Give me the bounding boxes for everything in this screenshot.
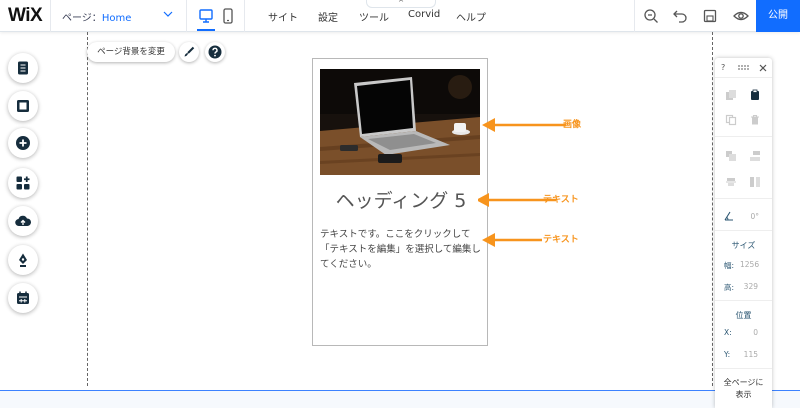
brush-icon xyxy=(184,46,195,57)
pen-nib-icon xyxy=(19,253,27,267)
design-button[interactable] xyxy=(179,42,199,62)
media-upload-button[interactable] xyxy=(8,206,38,236)
width-value[interactable]: 1256 xyxy=(740,260,759,269)
show-on-all-pages-line2[interactable]: 表示 xyxy=(715,389,772,400)
desktop-icon[interactable] xyxy=(198,7,214,25)
heading-text[interactable]: ヘッディング 5 xyxy=(313,186,489,213)
background-square-icon xyxy=(17,100,29,112)
pages-menu-button[interactable] xyxy=(8,53,38,83)
show-on-all-pages-line1[interactable]: 全ページに xyxy=(715,377,772,388)
menu-help[interactable]: ヘルプ xyxy=(456,9,486,24)
y-value[interactable]: 115 xyxy=(740,350,758,359)
page-selector-value: Home xyxy=(101,13,132,24)
chevron-down-icon[interactable] xyxy=(163,9,173,19)
top-bar: WiX ページ：Home サイト 設定 ツール Corvid ヘルプ ^ 公開 xyxy=(0,0,800,32)
mobile-icon[interactable] xyxy=(220,7,236,25)
page-selector-label: ページ： xyxy=(62,13,102,24)
cloud-upload-icon xyxy=(15,215,31,227)
add-apps-button[interactable] xyxy=(8,168,38,198)
divider xyxy=(50,0,51,32)
change-page-background-button[interactable]: ページ背景を変更 xyxy=(87,42,175,62)
divider xyxy=(186,0,187,32)
bookings-button[interactable] xyxy=(8,283,38,313)
laptop-image xyxy=(320,69,480,175)
menu-corvid[interactable]: Corvid xyxy=(408,9,440,20)
menu-settings[interactable]: 設定 xyxy=(318,9,338,24)
width-label: 幅: xyxy=(724,261,735,270)
distribute-icon[interactable] xyxy=(725,176,737,188)
collapse-toolbar-tab[interactable]: ^ xyxy=(366,0,436,8)
background-button[interactable] xyxy=(8,91,38,121)
trash-icon[interactable] xyxy=(749,114,761,126)
blog-button[interactable] xyxy=(8,245,38,275)
arrow-icon xyxy=(482,118,566,132)
divider xyxy=(634,0,635,32)
save-icon[interactable] xyxy=(702,8,718,24)
separator xyxy=(715,136,772,137)
right-guide-line xyxy=(712,32,713,386)
content-card[interactable]: ヘッディング 5 テキストです。ここをクリックして「テキストを編集」を選択して編… xyxy=(312,58,488,346)
inspector-help[interactable]: ? xyxy=(721,63,725,72)
angle-value[interactable]: 0° xyxy=(741,212,759,221)
duplicate-icon[interactable] xyxy=(725,114,737,126)
arrow-icon xyxy=(482,233,542,247)
wix-logo: WiX xyxy=(8,5,43,26)
separator xyxy=(715,198,772,199)
close-icon[interactable] xyxy=(759,64,767,72)
paragraph-text[interactable]: テキストです。ここをクリックして「テキストを編集」を選択して編集してください。 xyxy=(320,227,484,272)
preview-eye-icon[interactable] xyxy=(733,8,749,24)
y-label: Y: xyxy=(724,350,731,359)
size-section-title: サイズ xyxy=(731,241,756,250)
calendar-icon xyxy=(17,291,29,304)
match-size-icon[interactable] xyxy=(749,176,761,188)
inspector-panel: ? 0° サイズ 幅: 1256 高: 329 位置 X: 0 Y: 115 全… xyxy=(715,58,772,408)
annotation-text-label: テキスト xyxy=(543,235,579,245)
annotation-image-label: 画像 xyxy=(563,120,582,130)
x-label: X: xyxy=(724,328,732,337)
plus-icon xyxy=(16,136,30,150)
desktop-active-indicator xyxy=(197,29,215,31)
separator xyxy=(715,300,772,301)
apps-icon xyxy=(16,176,30,190)
annotation-text-label: テキスト xyxy=(543,195,579,205)
footer-area xyxy=(0,391,800,408)
laptop-photo[interactable] xyxy=(320,69,480,175)
pages-icon xyxy=(18,61,28,75)
arrange-icon[interactable] xyxy=(725,150,737,162)
position-section-title: 位置 xyxy=(735,311,752,320)
question-circle-icon xyxy=(208,45,222,59)
page-selector[interactable]: ページ：Home xyxy=(62,9,131,24)
separator xyxy=(715,368,772,369)
add-element-button[interactable] xyxy=(8,128,38,158)
paste-icon[interactable] xyxy=(749,89,761,101)
copy-icon[interactable] xyxy=(725,89,737,101)
height-value[interactable]: 329 xyxy=(740,282,758,291)
menu-tools[interactable]: ツール xyxy=(359,9,389,24)
drag-handle-icon[interactable] xyxy=(737,64,749,72)
zoom-icon[interactable] xyxy=(643,8,659,24)
left-guide-line xyxy=(87,32,88,386)
height-label: 高: xyxy=(724,283,735,292)
undo-icon[interactable] xyxy=(672,8,688,24)
inspector-header: ? xyxy=(715,58,772,78)
divider xyxy=(244,0,245,32)
menu-site[interactable]: サイト xyxy=(268,9,298,24)
align-icon[interactable] xyxy=(749,150,761,162)
x-value[interactable]: 0 xyxy=(740,328,758,337)
rotate-angle-icon[interactable] xyxy=(723,210,735,222)
help-button[interactable] xyxy=(205,42,225,62)
separator xyxy=(715,230,772,231)
annotation-arrows xyxy=(478,118,566,247)
publish-button[interactable]: 公開 xyxy=(756,0,800,32)
